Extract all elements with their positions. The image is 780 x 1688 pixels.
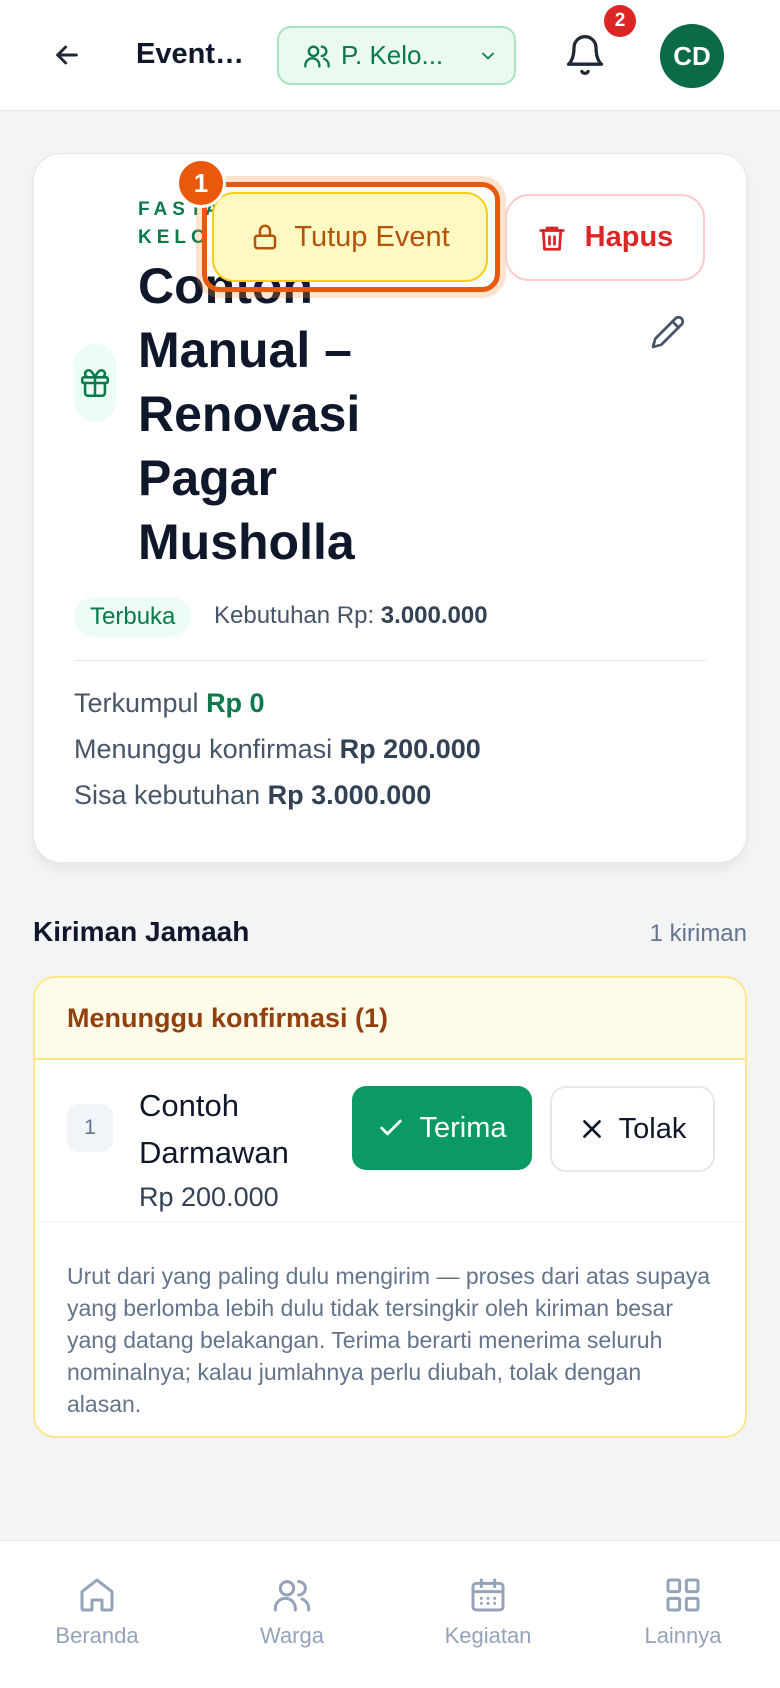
pending-value: Rp 200.000 xyxy=(339,734,481,764)
delete-button[interactable]: Hapus xyxy=(505,194,705,281)
step-marker: 1 xyxy=(176,158,226,208)
page-title: Event ... xyxy=(136,38,246,70)
row-index: 1 xyxy=(67,1104,113,1152)
nav-label-beranda: Beranda xyxy=(55,1623,139,1648)
accept-button[interactable]: Terima xyxy=(352,1086,532,1170)
donor-name: Contoh Darmawan xyxy=(139,1088,289,1170)
reject-label: Tolak xyxy=(618,1112,687,1145)
pending-stat: Menunggu konfirmasi Rp 200.000 xyxy=(74,734,481,765)
gift-icon xyxy=(80,368,110,398)
event-type-badge xyxy=(74,344,116,422)
nav-label-warga: Warga xyxy=(260,1623,324,1648)
nav-item-lainnya[interactable]: Lainnya xyxy=(613,1575,753,1665)
status-badge: Terbuka xyxy=(74,597,192,637)
grid-icon xyxy=(666,1578,700,1612)
donor-amount: Rp 200.000 xyxy=(139,1182,279,1212)
divider xyxy=(74,660,706,661)
arrow-left-icon xyxy=(56,45,78,65)
submission-count: 1 kiriman xyxy=(649,920,747,947)
remaining-stat: Sisa kebutuhan Rp 3.000.000 xyxy=(74,780,431,811)
remaining-value: Rp 3.000.000 xyxy=(267,780,432,810)
close-event-button[interactable]: Tutup Event xyxy=(212,192,488,282)
nav-label-kegiatan: Kegiatan xyxy=(444,1623,532,1648)
chevron-down-icon xyxy=(482,52,494,59)
list-item: 1 Contoh Darmawan Rp 200.000 Terima Tola… xyxy=(35,1062,745,1222)
need-amount: Kebutuhan Rp: 3.000.000 xyxy=(214,602,488,630)
nav-item-beranda[interactable]: Beranda xyxy=(27,1575,167,1665)
section-title: Kiriman Jamaah xyxy=(33,916,250,947)
nav-item-warga[interactable]: Warga xyxy=(222,1575,362,1665)
pending-group-header: Menunggu konfirmasi (1) xyxy=(35,978,745,1060)
reject-button[interactable]: Tolak xyxy=(550,1086,715,1172)
bottom-nav: Beranda Warga Kegiatan Lainnya xyxy=(0,1540,780,1688)
edit-event-button[interactable] xyxy=(650,314,690,354)
ordering-note: Urut dari yang paling dulu mengirim — pr… xyxy=(67,1263,711,1417)
pending-submissions-card: Menunggu konfirmasi (1) 1 Contoh Darmawa… xyxy=(33,976,747,1438)
need-label: Kebutuhan Rp: xyxy=(214,602,375,629)
avatar[interactable]: CD xyxy=(660,24,724,88)
app-header: Event ... P. Kelo... 2 CD xyxy=(0,0,780,111)
nav-label-lainnya: Lainnya xyxy=(644,1623,722,1648)
collected-stat: Terkumpul Rp 0 xyxy=(74,688,265,719)
back-button[interactable] xyxy=(46,34,88,76)
calendar-icon xyxy=(471,1578,505,1612)
trash-icon xyxy=(539,226,565,251)
notifications-button[interactable] xyxy=(563,32,607,78)
group-selector-label: P. Kelo... xyxy=(341,40,444,70)
close-event-label: Tutup Event xyxy=(294,220,450,253)
users-icon xyxy=(273,1580,311,1612)
check-icon xyxy=(380,1119,403,1136)
bell-icon xyxy=(566,35,604,75)
lock-icon xyxy=(254,224,277,250)
notification-badge: 2 xyxy=(604,5,636,37)
accept-label: Terima xyxy=(419,1111,507,1144)
pending-label: Menunggu konfirmasi xyxy=(74,734,333,764)
users-icon xyxy=(304,45,330,68)
pencil-icon xyxy=(651,315,685,349)
delete-label: Hapus xyxy=(584,221,674,253)
remaining-label: Sisa kebutuhan xyxy=(74,780,261,810)
home-icon xyxy=(80,1578,114,1612)
collected-label: Terkumpul xyxy=(74,688,199,718)
collected-value: Rp 0 xyxy=(206,688,265,718)
close-icon xyxy=(582,1120,601,1138)
need-value: 3.000.000 xyxy=(380,602,488,629)
event-title: Contoh Manual – Renovasi Pagar Musholla xyxy=(138,258,361,570)
nav-item-kegiatan[interactable]: Kegiatan xyxy=(418,1575,558,1665)
group-selector[interactable]: P. Kelo... xyxy=(277,26,516,85)
